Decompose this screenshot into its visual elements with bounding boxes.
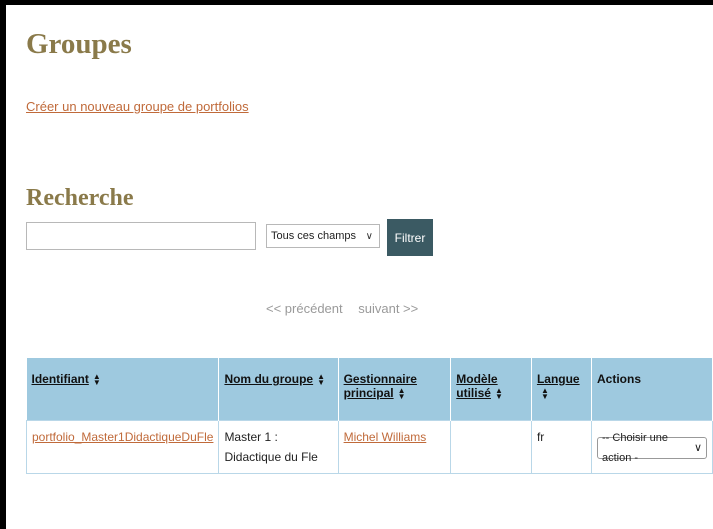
column-header-label: Nom du groupe <box>224 372 314 386</box>
chevron-down-icon: ∨ <box>693 442 702 454</box>
create-group-link[interactable]: Créer un nouveau groupe de portfolios <box>26 99 249 114</box>
filter-button[interactable]: Filtrer <box>387 219 433 256</box>
table-header-row: Identifiant ▲ ▼ Nom du groupe ▲ ▼ Gestionnai… <box>26 358 713 421</box>
column-header-actions: Actions <box>591 358 713 421</box>
sort-arrows-icon: ▲ ▼ <box>317 372 326 388</box>
window-border-top <box>0 0 713 5</box>
group-language-cell: fr <box>530 420 593 474</box>
group-manager-link[interactable]: Michel Williams <box>344 430 427 444</box>
search-field-select[interactable]: Tous ces champs ∨ <box>266 224 380 248</box>
sort-arrows-icon: ▲ ▼ <box>540 386 549 402</box>
pagination: << précédent suivant >> <box>266 301 430 316</box>
column-header-label: Identifiant <box>31 372 89 386</box>
column-header-modele[interactable]: Modèle utilisé ▲ ▼ <box>450 358 532 421</box>
search-title: Recherche <box>26 185 134 211</box>
group-name-cell: Master 1 : Didactique du Fle <box>218 420 339 474</box>
sort-arrows-icon: ▲ ▼ <box>92 372 101 388</box>
column-header-gestionnaire[interactable]: Gestionnaire principal ▲ ▼ <box>338 358 452 421</box>
column-header-label: Modèle utilisé <box>456 372 498 400</box>
sort-arrows-icon: ▲ ▼ <box>494 386 503 402</box>
group-template-cell <box>450 420 532 474</box>
group-identifier-link[interactable]: portfolio_Master1DidactiqueDuFle <box>32 430 213 444</box>
page-title: Groupes <box>26 28 132 60</box>
action-select[interactable]: -- Choisir une action - ∨ <box>597 432 707 464</box>
search-field-selected: Tous ces champs <box>271 230 356 242</box>
chevron-down-icon: ∨ <box>365 230 373 242</box>
column-header-label: Gestionnaire principal <box>343 372 417 400</box>
column-header-identifiant[interactable]: Identifiant ▲ ▼ <box>26 358 220 421</box>
table-row: portfolio_Master1DidactiqueDuFle Master … <box>25 420 713 474</box>
search-input[interactable] <box>26 222 256 250</box>
column-header-label: Actions <box>597 372 642 386</box>
column-header-langue[interactable]: Langue▲ ▼ <box>531 358 593 421</box>
groups-table: Identifiant ▲ ▼ Nom du groupe ▲ ▼ Gestionnai… <box>25 358 713 474</box>
action-select-value: -- Choisir une action - <box>602 432 669 464</box>
sort-arrows-icon: ▲ ▼ <box>397 386 406 402</box>
column-header-nom[interactable]: Nom du groupe ▲ ▼ <box>218 358 339 421</box>
previous-page-link[interactable]: << précédent <box>266 301 343 316</box>
next-page-link[interactable]: suivant >> <box>358 301 418 316</box>
column-header-label: Langue <box>536 372 580 386</box>
window-border-left <box>0 0 6 529</box>
